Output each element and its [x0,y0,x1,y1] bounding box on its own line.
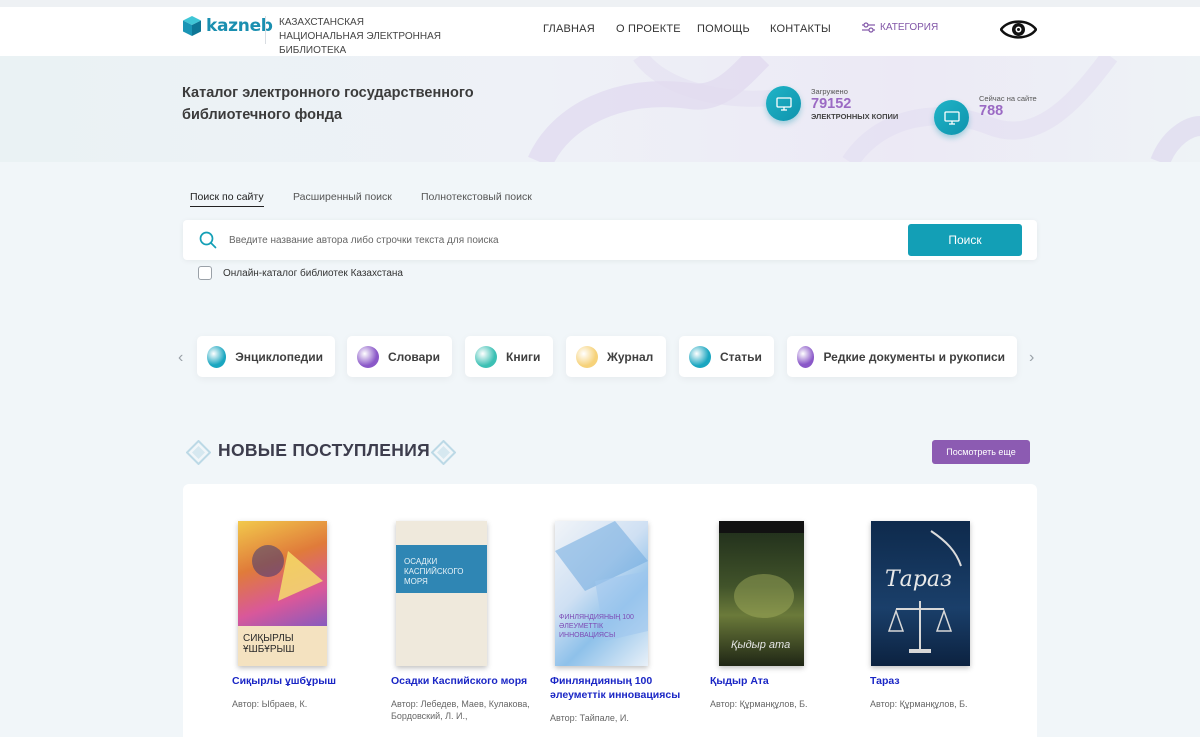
stat-uploaded-sub: ЭЛЕКТРОННЫХ КОПИИ [811,112,899,121]
monitor-icon [943,110,960,125]
stat-uploaded-label: Загружено [811,87,848,96]
new-arrivals-panel: СИҚЫРЛЫ ҰШБҰРЫШ Сиқырлы ұшбұрыш Автор: Ы… [183,484,1037,737]
book-cover-text: Қыдыр ата [731,639,791,651]
category-encyclopedias[interactable]: Энциклопедии [197,336,335,377]
tab-site-search[interactable]: Поиск по сайту [190,191,264,207]
book-cover[interactable]: СИҚЫРЛЫ ҰШБҰРЫШ [238,521,327,666]
book-cover[interactable]: ФИНЛЯНДИЯНЫҢ 100 ӘЛЕУМЕТТІК ИННОВАЦИЯСЫ [555,521,648,666]
category-journal[interactable]: Журнал [566,336,666,377]
nav-home[interactable]: ГЛАВНАЯ [543,23,595,35]
book-title[interactable]: Осадки Каспийского моря [391,674,531,688]
ornament-right-icon [431,440,456,465]
ornament-left-icon [186,440,211,465]
library-catalog-label: Онлайн-каталог библиотек Казахстана [223,267,403,279]
book-author: Автор: Ыбраев, К. [232,699,308,709]
book-cover[interactable]: Тараз [871,521,970,666]
chevron-right-icon[interactable]: › [1029,349,1034,367]
stat-online: Сейчас на сайте 788 [934,94,1037,135]
hero-title: Каталог электронного государственного би… [182,85,474,123]
library-catalog-checkbox[interactable] [198,266,212,280]
stat-uploaded-value: 79152 [811,96,852,112]
site-header: kazneb КАЗАХСТАНСКАЯ НАЦИОНАЛЬНАЯ ЭЛЕКТР… [0,0,1200,56]
category-dot-icon [689,345,711,368]
book-cover-text: ФИНЛЯНДИЯНЫҢ 100 ӘЛЕУМЕТТІК ИННОВАЦИЯСЫ [559,614,634,639]
chevron-left-icon[interactable]: ‹ [178,349,183,367]
book-cover-text: СИҚЫРЛЫ ҰШБҰРЫШ [243,633,295,655]
category-dot-icon [475,345,497,368]
logo-divider [265,16,266,44]
eye-icon[interactable] [1000,17,1037,42]
category-dictionaries[interactable]: Словари [347,336,452,377]
tab-fulltext-search[interactable]: Полнотекстовый поиск [421,191,532,203]
book-cover-text: Тараз [885,567,952,592]
book-cover-art [887,530,962,653]
category-books[interactable]: Книги [465,336,553,377]
search-icon [199,231,217,249]
logo-subtitle: КАЗАХСТАНСКАЯ НАЦИОНАЛЬНАЯ ЭЛЕКТРОННАЯ Б… [279,17,441,56]
search-button[interactable]: Поиск [908,224,1022,256]
book-card[interactable]: СИҚЫРЛЫ ҰШБҰРЫШ Сиқырлы ұшбұрыш Автор: Ы… [232,521,372,710]
stat-online-value: 788 [979,103,1004,119]
book-author: Автор: Тайпале, И. [550,713,629,723]
tab-advanced-search[interactable]: Расширенный поиск [293,191,392,203]
category-dot-icon [207,345,227,368]
search-bar: Поиск [183,220,1037,260]
new-arrivals-title: НОВЫЕ ПОСТУПЛЕНИЯ [218,440,430,460]
book-cover-text: ОСАДКИ КАСПИЙСКОГО МОРЯ [404,557,464,586]
category-label: Статьи [720,349,762,364]
site-logo[interactable]: kazneb [182,15,273,37]
book-card[interactable]: ФИНЛЯНДИЯНЫҢ 100 ӘЛЕУМЕТТІК ИННОВАЦИЯСЫ … [550,521,690,724]
category-dot-icon [797,345,815,368]
category-dot-icon [576,345,598,368]
book-title[interactable]: Финляндияның 100 әлеуметтік инновациясы [550,674,690,702]
stat-uploaded: Загружено 79152 ЭЛЕКТРОННЫХ КОПИИ [766,86,898,122]
book-title[interactable]: Қыдыр Ата [710,674,850,688]
category-label: Редкие документы и рукописи [823,349,1005,364]
category-label: Журнал [607,349,654,364]
category-label: Энциклопедии [235,349,323,364]
search-input[interactable] [229,220,899,260]
logo-cube-icon [183,16,201,36]
book-title[interactable]: Тараз [870,674,1010,688]
filter-icon [862,22,875,33]
book-cover[interactable]: ОСАДКИ КАСПИЙСКОГО МОРЯ [396,521,487,666]
book-author: Автор: Құрманқұлов, Б. [870,699,968,709]
nav-help[interactable]: ПОМОЩЬ [697,23,750,35]
library-catalog-option: Онлайн-каталог библиотек Казахстана [198,266,403,280]
book-cover[interactable]: Қыдыр ата [719,521,804,666]
book-title[interactable]: Сиқырлы ұшбұрыш [232,674,372,688]
category-articles[interactable]: Статьи [679,336,774,377]
category-label: КАТЕГОРИЯ [880,22,939,33]
category-label: Книги [506,349,541,364]
book-author: Автор: Лебедев, Маев, Кулакова, Бордовск… [391,699,530,721]
category-dot-icon [357,345,379,368]
monitor-icon [775,96,792,111]
stat-online-badge [934,100,969,135]
book-author: Автор: Құрманқұлов, Б. [710,699,808,709]
book-card[interactable]: Қыдыр ата Қыдыр Ата Автор: Құрманқұлов, … [710,521,850,710]
category-button[interactable]: КАТЕГОРИЯ [862,22,938,33]
category-label: Словари [387,349,440,364]
book-card[interactable]: ОСАДКИ КАСПИЙСКОГО МОРЯ Осадки Каспийско… [391,521,531,722]
stat-uploaded-badge [766,86,801,121]
book-card[interactable]: Тараз Тараз Автор: Құрманқұлов, Б. [870,521,1010,710]
book-cover-art [555,521,648,641]
stat-online-label: Сейчас на сайте [979,94,1037,103]
view-more-button[interactable]: Посмотреть еще [932,440,1030,464]
hero-banner: Каталог электронного государственного би… [0,56,1200,162]
category-rare-documents[interactable]: Редкие документы и рукописи [787,336,1017,377]
logo-text: kazneb [206,16,273,36]
nav-contacts[interactable]: КОНТАКТЫ [770,23,831,35]
nav-about[interactable]: О ПРОЕКТЕ [616,23,681,35]
